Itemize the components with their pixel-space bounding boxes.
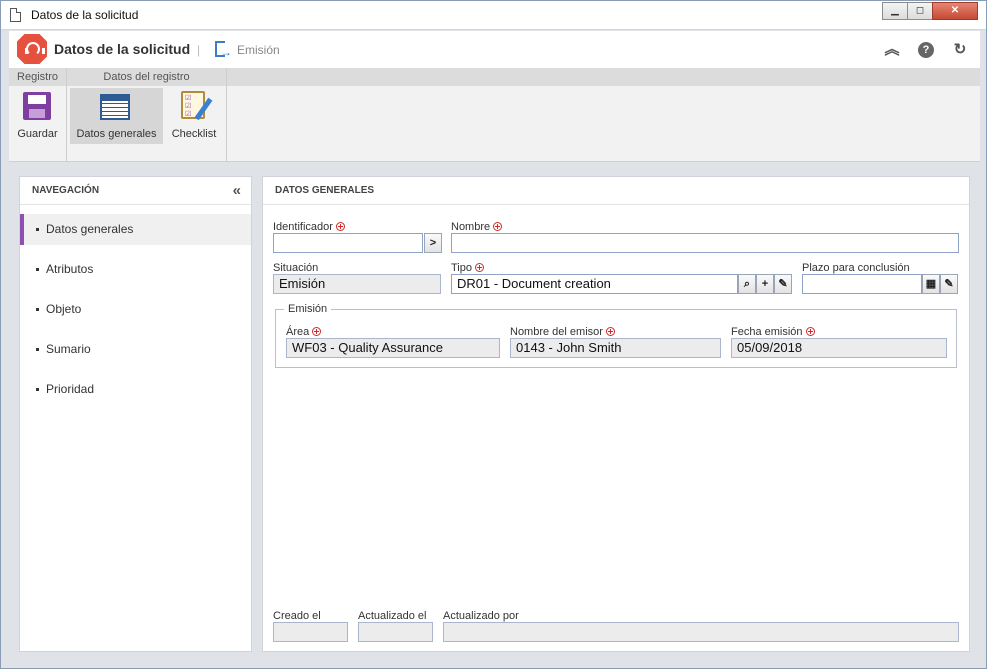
- ribbon-group-datos-registro: Datos del registro Datos generales Check…: [67, 68, 227, 162]
- nombre-label: Nombre: [451, 221, 503, 233]
- general-data-button[interactable]: Datos generales: [70, 88, 163, 144]
- actualizado-por-field: [443, 622, 959, 642]
- collapse-left-icon[interactable]: «: [233, 177, 241, 205]
- situacion-label: Situación: [273, 262, 319, 274]
- app-header: Datos de la solicitud | → Emisión ︽ ? ↻: [9, 31, 980, 68]
- window-controls: ▁ ◻ ✕: [882, 2, 978, 20]
- identificador-input[interactable]: [273, 233, 423, 253]
- window-client-area: Datos de la solicitud | → Emisión ︽ ? ↻ …: [9, 31, 980, 662]
- area-label: Área: [286, 326, 322, 338]
- identificador-label: Identificador: [273, 221, 345, 233]
- clear-brush-icon[interactable]: ✎: [774, 274, 792, 294]
- calendar-icon[interactable]: ▦: [922, 274, 940, 294]
- required-icon: [605, 327, 615, 336]
- checklist-button-label: Checklist: [171, 128, 217, 140]
- window-title: Datos de la solicitud: [31, 8, 139, 22]
- application-window: Datos de la solicitud ▁ ◻ ✕ Datos de la …: [0, 0, 987, 669]
- emisor-field: 0143 - John Smith: [510, 338, 721, 358]
- required-icon: [493, 222, 503, 231]
- actualizado-label: Actualizado el: [358, 610, 427, 622]
- general-data-header: DATOS GENERALES: [263, 177, 969, 205]
- actualizado-por-label: Actualizado por: [443, 610, 519, 622]
- header-toolbar: ︽ ? ↻: [866, 40, 970, 60]
- required-icon: [335, 222, 345, 231]
- maximize-button[interactable]: ◻: [907, 2, 933, 20]
- close-button[interactable]: ✕: [932, 2, 978, 20]
- tipo-input[interactable]: DR01 - Document creation: [451, 274, 738, 294]
- minimize-button[interactable]: ▁: [882, 2, 908, 20]
- ribbon-group-label: Registro: [9, 68, 66, 86]
- situacion-field: Emisión: [273, 274, 441, 294]
- required-icon: [312, 327, 322, 336]
- form-icon: [100, 94, 130, 120]
- fecha-emision-field: 05/09/2018: [731, 338, 947, 358]
- floppy-disk-icon: [23, 92, 51, 120]
- document-icon: [10, 8, 21, 22]
- nav-item-prioridad[interactable]: Prioridad: [20, 374, 251, 405]
- area-field: WF03 - Quality Assurance: [286, 338, 500, 358]
- status-label: Emisión: [237, 43, 280, 57]
- navigation-header: NAVEGACIÓN «: [20, 177, 251, 205]
- window-titlebar[interactable]: Datos de la solicitud ▁ ◻ ✕: [1, 1, 986, 30]
- ribbon-toolbar: Registro Guardar Datos del registro Dato…: [9, 68, 980, 162]
- page-title: Datos de la solicitud: [54, 41, 191, 57]
- add-icon[interactable]: +: [756, 274, 774, 294]
- status-exit-icon: →: [215, 41, 232, 59]
- plazo-input[interactable]: [802, 274, 922, 294]
- navigation-panel: NAVEGACIÓN « Datos generales Atributos O…: [19, 176, 252, 652]
- clear-brush-icon[interactable]: ✎: [940, 274, 958, 294]
- help-icon[interactable]: ?: [918, 42, 934, 58]
- general-data-panel: DATOS GENERALES Identificador > Nombre S…: [262, 176, 970, 652]
- creado-field: [273, 622, 348, 642]
- emisor-label: Nombre del emisor: [510, 326, 615, 338]
- collapse-up-icon[interactable]: ︽: [882, 40, 902, 60]
- checklist-button[interactable]: Checklist: [165, 88, 223, 144]
- ribbon-group-registro: Registro Guardar: [9, 68, 67, 162]
- save-button-label: Guardar: [17, 128, 58, 140]
- search-icon[interactable]: ⌕: [738, 274, 756, 294]
- chevron-right-icon[interactable]: >: [424, 233, 442, 253]
- general-data-button-label: Datos generales: [76, 128, 157, 140]
- nav-item-sumario[interactable]: Sumario: [20, 334, 251, 365]
- nav-item-atributos[interactable]: Atributos: [20, 254, 251, 285]
- refresh-icon[interactable]: ↻: [950, 40, 970, 60]
- nombre-input[interactable]: [451, 233, 959, 253]
- tipo-label: Tipo: [451, 262, 484, 274]
- checklist-clipboard-icon: [181, 91, 205, 119]
- fecha-emision-label: Fecha emisión: [731, 326, 815, 338]
- required-icon: [475, 263, 484, 272]
- navigation-list: Datos generales Atributos Objeto Sumario…: [20, 205, 251, 405]
- creado-label: Creado el: [273, 610, 321, 622]
- plazo-label: Plazo para conclusión: [802, 262, 910, 274]
- emision-fieldset: Emisión Área WF03 - Quality Assurance No…: [275, 303, 957, 368]
- nav-item-objeto[interactable]: Objeto: [20, 294, 251, 325]
- required-icon: [805, 327, 815, 336]
- nav-item-datos-generales[interactable]: Datos generales: [20, 214, 251, 245]
- save-button[interactable]: Guardar: [9, 88, 66, 144]
- navigation-title: NAVEGACIÓN: [32, 185, 100, 196]
- actualizado-field: [358, 622, 433, 642]
- headset-logo-icon: [17, 34, 47, 64]
- ribbon-group-label: Datos del registro: [67, 68, 226, 86]
- header-separator: |: [197, 43, 201, 57]
- emision-legend: Emisión: [284, 303, 332, 315]
